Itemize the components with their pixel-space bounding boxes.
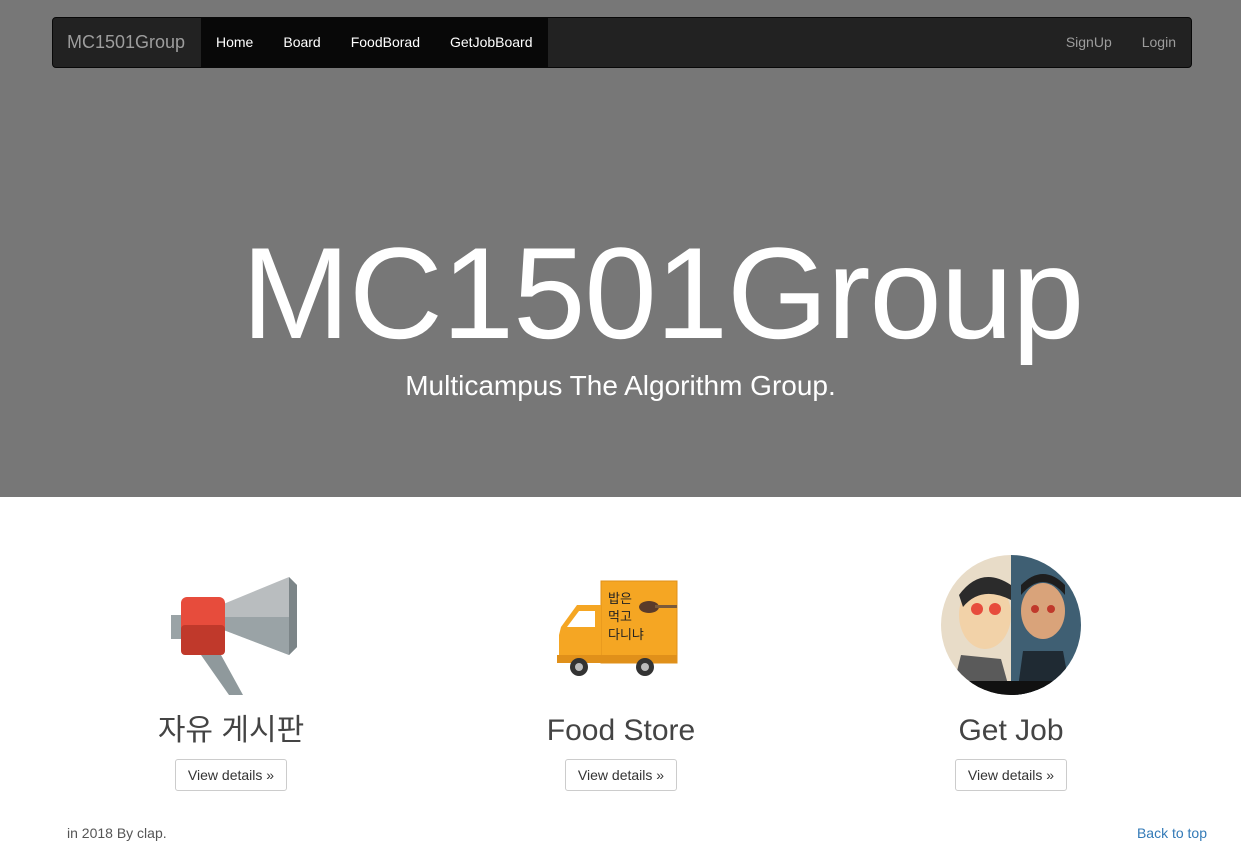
back-to-top-link[interactable]: Back to top [1137,825,1207,841]
view-details-button[interactable]: View details » [564,759,678,791]
svg-text:다니냐: 다니냐 [608,628,644,643]
nav-item-foodboard[interactable]: FoodBorad [336,18,435,67]
view-details-button[interactable]: View details » [174,759,288,791]
footer-credit: in 2018 By clap. [67,825,167,841]
card-title: Food Store [546,714,696,747]
nav-item-getjobboard[interactable]: GetJobBoard [435,18,548,67]
megaphone-icon [161,555,301,695]
card-free-board: 자유 게시판 View details » [81,555,381,791]
card-title: Get Job [958,714,1064,747]
hero-section: MC1501Group Home Board FoodBorad GetJobB… [0,0,1241,497]
card-food-store: 밥은 먹고 다니냐 Food Store View details » [471,555,771,791]
hero-subtitle: Multicampus The Algorithm Group. [405,370,836,401]
nav-menu: Home Board FoodBorad GetJobBoard [201,18,548,67]
login-link[interactable]: Login [1127,18,1191,67]
food-truck-image: 밥은 먹고 다니냐 [551,555,691,695]
navbar: MC1501Group Home Board FoodBorad GetJobB… [52,17,1192,68]
navbar-brand[interactable]: MC1501Group [67,18,185,67]
card-title: 자유 게시판 [157,714,305,747]
view-details-button[interactable]: View details » [954,759,1068,791]
nav-account-menu: SignUp Login [1051,18,1191,67]
nav-item-home[interactable]: Home [201,18,268,67]
nav-item-board[interactable]: Board [268,18,335,67]
card-get-job: Get Job View details » [861,555,1161,791]
svg-text:먹고: 먹고 [608,610,632,625]
svg-text:밥은: 밥은 [608,592,632,607]
hero-title: MC1501Group [241,220,1085,366]
job-avatar-image [941,555,1081,695]
signup-link[interactable]: SignUp [1051,18,1127,67]
